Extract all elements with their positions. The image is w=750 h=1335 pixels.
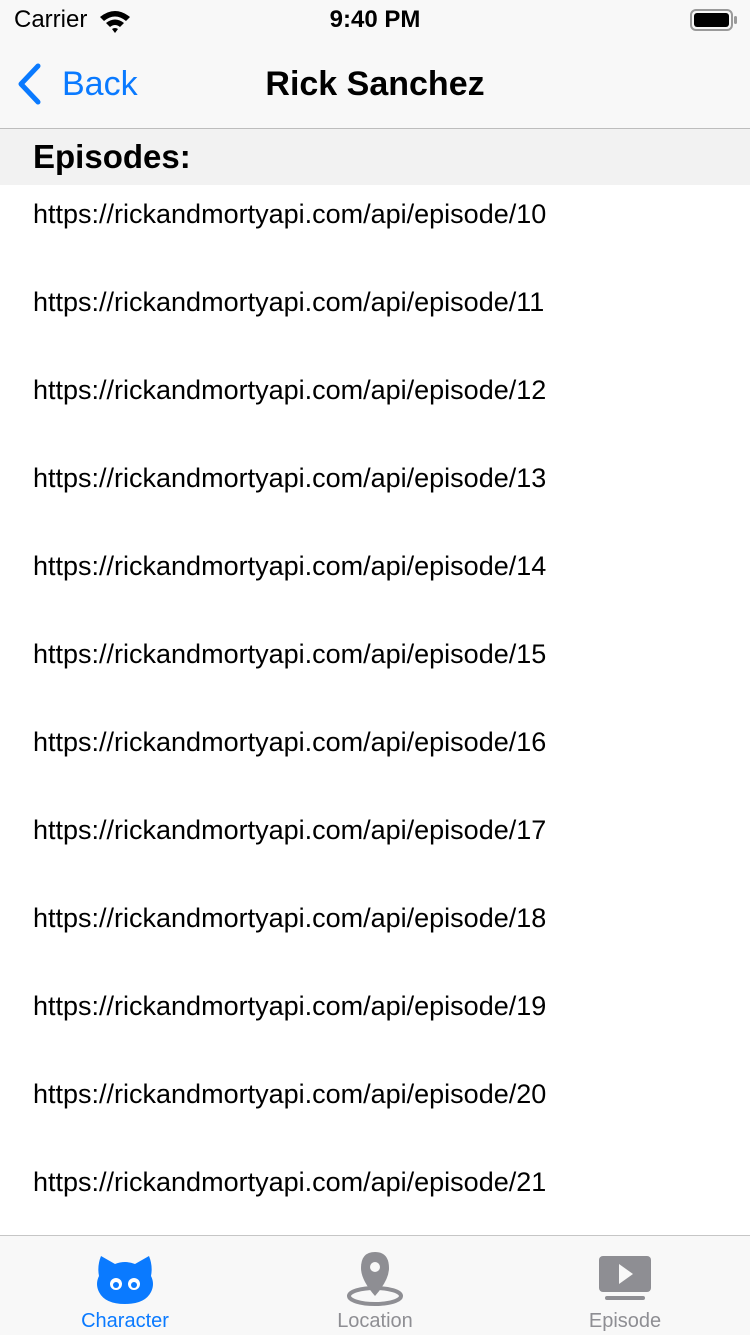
list-item[interactable]: https://rickandmortyapi.com/api/episode/…: [0, 977, 750, 1065]
list-item[interactable]: https://rickandmortyapi.com/api/episode/…: [0, 801, 750, 889]
tab-character-label: Character: [81, 1310, 169, 1332]
tab-episode[interactable]: Episode: [500, 1236, 750, 1335]
list-item[interactable]: https://rickandmortyapi.com/api/episode/…: [0, 625, 750, 713]
list-item[interactable]: https://rickandmortyapi.com/api/episode/…: [0, 1153, 750, 1235]
tab-location-label: Location: [337, 1310, 413, 1332]
tab-location[interactable]: Location: [250, 1236, 500, 1335]
play-screen-icon: [599, 1256, 651, 1300]
character-icon: [97, 1256, 153, 1304]
tab-bar: Character Location Episode: [0, 1235, 750, 1335]
section-title: Episodes:: [33, 138, 191, 175]
list-item[interactable]: https://rickandmortyapi.com/api/episode/…: [0, 1065, 750, 1153]
episode-list: https://rickandmortyapi.com/api/episode/…: [0, 185, 750, 1235]
tab-episode-label: Episode: [588, 1310, 662, 1332]
location-pin-icon: [347, 1252, 403, 1306]
list-item[interactable]: https://rickandmortyapi.com/api/episode/…: [0, 889, 750, 977]
navigation-bar: Back Rick Sanchez: [0, 40, 750, 129]
list-item[interactable]: https://rickandmortyapi.com/api/episode/…: [0, 361, 750, 449]
status-bar: Carrier 9:40 PM: [0, 0, 750, 40]
page-title: Rick Sanchez: [265, 65, 485, 103]
list-item[interactable]: https://rickandmortyapi.com/api/episode/…: [0, 537, 750, 625]
battery-icon: [690, 9, 737, 31]
status-time: 9:40 PM: [329, 6, 421, 33]
list-item[interactable]: https://rickandmortyapi.com/api/episode/…: [0, 449, 750, 537]
episodes-section-header: Episodes:: [0, 129, 750, 185]
list-item[interactable]: https://rickandmortyapi.com/api/episode/…: [0, 713, 750, 801]
list-item[interactable]: https://rickandmortyapi.com/api/episode/…: [0, 273, 750, 361]
tab-character[interactable]: Character: [0, 1236, 250, 1335]
list-item[interactable]: https://rickandmortyapi.com/api/episode/…: [0, 185, 750, 273]
